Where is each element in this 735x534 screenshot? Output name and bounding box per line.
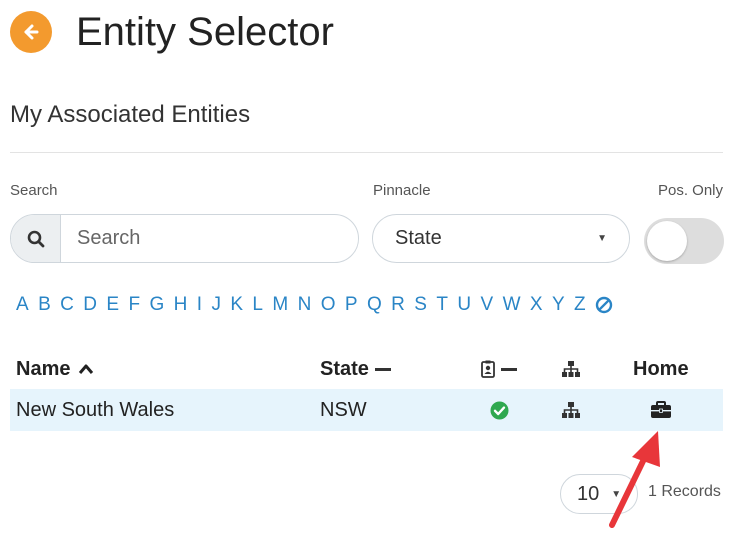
alpha-filter-i[interactable]: I	[197, 290, 202, 320]
alpha-filter-c[interactable]: C	[60, 290, 74, 320]
alpha-filter-u[interactable]: U	[457, 290, 471, 320]
alpha-filter-d[interactable]: D	[83, 290, 97, 320]
caret-down-icon: ▼	[597, 233, 607, 244]
sort-none-icon	[374, 367, 391, 371]
clear-filter-icon[interactable]	[595, 296, 613, 314]
sort-asc-icon	[79, 364, 94, 374]
alpha-filter-s[interactable]: S	[414, 290, 427, 320]
pinnacle-label: Pinnacle	[373, 182, 431, 199]
alpha-filter-a[interactable]: A	[16, 290, 29, 320]
back-arrow-icon	[24, 24, 39, 40]
section-title: My Associated Entities	[10, 101, 251, 128]
alpha-filter-f[interactable]: F	[128, 290, 140, 320]
column-header-state[interactable]: State	[320, 350, 391, 388]
pinnacle-select[interactable]: State ▼	[372, 214, 630, 263]
search-input[interactable]	[61, 215, 358, 262]
hierarchy-icon	[562, 361, 580, 377]
alpha-filter-n[interactable]: N	[298, 290, 312, 320]
column-header-name[interactable]: Name	[16, 350, 94, 388]
cell-hierarchy[interactable]	[561, 389, 581, 431]
alpha-filter-v[interactable]: V	[480, 290, 493, 320]
alpha-filter-z[interactable]: Z	[574, 290, 586, 320]
search-button[interactable]	[11, 215, 61, 262]
alpha-filter-y[interactable]: Y	[552, 290, 565, 320]
column-header-home: Home	[633, 350, 689, 388]
alpha-filter-j[interactable]: J	[211, 290, 221, 320]
column-header-home-label: Home	[633, 357, 689, 380]
pinnacle-select-value: State	[395, 227, 442, 249]
page-title: Entity Selector	[76, 10, 334, 54]
annotation-arrow-icon	[609, 431, 660, 528]
search-label: Search	[10, 182, 58, 199]
cell-name: New South Wales	[16, 398, 175, 421]
divider	[10, 152, 723, 153]
column-header-position[interactable]	[481, 350, 517, 388]
alpha-filter-b[interactable]: B	[38, 290, 51, 320]
search-icon	[27, 230, 44, 247]
check-circle-icon	[490, 401, 509, 419]
toggle-knob	[647, 221, 687, 261]
alpha-filter-l[interactable]: L	[252, 290, 263, 320]
column-header-state-label: State	[320, 357, 369, 380]
pos-only-label: Pos. Only	[657, 182, 723, 199]
table-header: Name State Home	[10, 350, 723, 388]
column-header-name-label: Name	[16, 357, 71, 380]
alpha-filter-x[interactable]: X	[530, 290, 543, 320]
cell-position	[490, 389, 509, 431]
alpha-filter-g[interactable]: G	[149, 290, 164, 320]
cell-state: NSW	[320, 398, 367, 421]
alpha-filter-k[interactable]: K	[230, 290, 243, 320]
alpha-filter-o[interactable]: O	[321, 290, 336, 320]
alpha-filter-h[interactable]: H	[174, 290, 188, 320]
pos-only-toggle[interactable]	[644, 218, 724, 264]
alpha-filter-r[interactable]: R	[391, 290, 405, 320]
hierarchy-icon	[562, 402, 580, 418]
briefcase-icon	[651, 401, 671, 418]
sort-none-icon	[501, 367, 517, 371]
alpha-filter-p[interactable]: P	[345, 290, 358, 320]
search-group	[10, 214, 359, 263]
column-header-hierarchy[interactable]	[561, 350, 581, 388]
alpha-filter-t[interactable]: T	[436, 290, 448, 320]
alphabet-filter: ABCDEFGHIJKLMNOPQRSTUVWXYZ	[16, 290, 613, 320]
id-badge-icon	[481, 360, 495, 378]
alpha-filter-m[interactable]: M	[272, 290, 288, 320]
alpha-filter-q[interactable]: Q	[367, 290, 382, 320]
alpha-filter-e[interactable]: E	[106, 290, 119, 320]
alpha-filter-w[interactable]: W	[503, 290, 521, 320]
back-button[interactable]	[10, 11, 52, 53]
page-size-value: 10	[577, 482, 600, 505]
